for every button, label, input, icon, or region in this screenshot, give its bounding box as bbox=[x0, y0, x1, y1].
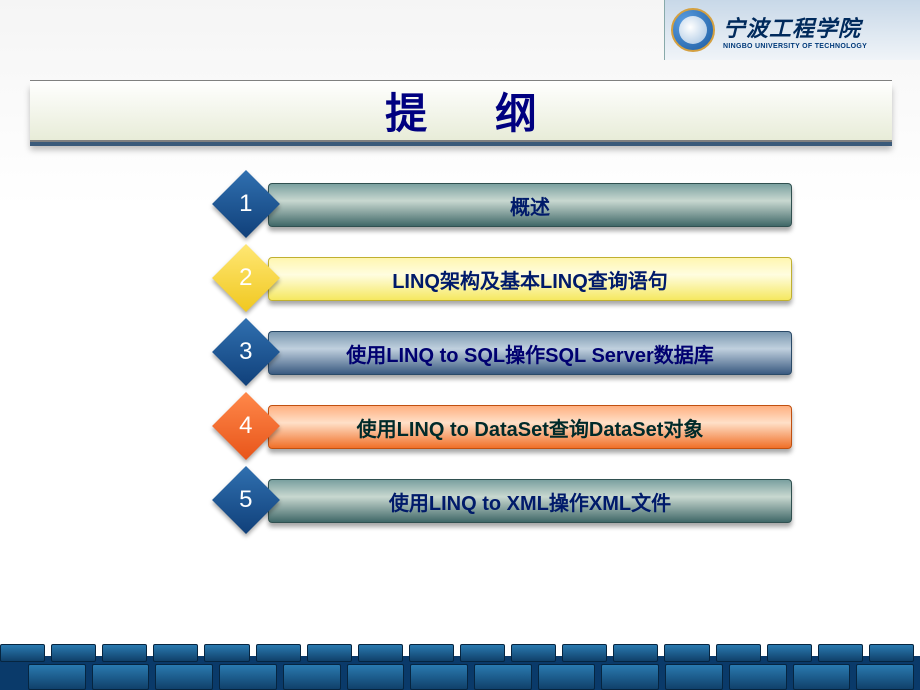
brick-icon bbox=[460, 644, 505, 662]
brick-icon bbox=[102, 644, 147, 662]
outline-item-3: 3 使用LINQ to SQL操作SQL Server数据库 bbox=[0, 328, 920, 378]
brick-icon bbox=[562, 644, 607, 662]
brick-icon bbox=[204, 644, 249, 662]
outline-bar: LINQ架构及基本LINQ查询语句 bbox=[268, 257, 792, 301]
outline-list: 1 概述 2 LINQ架构及基本LINQ查询语句 3 使用LINQ to SQL… bbox=[0, 180, 920, 550]
brick-icon bbox=[613, 644, 658, 662]
brick-icon bbox=[729, 664, 787, 690]
brick-icon bbox=[0, 644, 45, 662]
brick-icon bbox=[51, 644, 96, 662]
outline-number-diamond: 5 bbox=[212, 466, 280, 534]
outline-text: 使用LINQ to DataSet查询DataSet对象 bbox=[357, 413, 704, 442]
brick-row-bottom bbox=[0, 664, 920, 690]
brick-icon bbox=[856, 664, 914, 690]
outline-number: 1 bbox=[239, 190, 252, 218]
brick-icon bbox=[347, 664, 405, 690]
logo-inner-icon bbox=[679, 16, 707, 44]
brick-icon bbox=[665, 664, 723, 690]
brick-icon bbox=[28, 664, 86, 690]
brick-icon bbox=[601, 664, 659, 690]
slide-title: 提 纲 bbox=[357, 80, 565, 141]
brick-icon bbox=[767, 644, 812, 662]
brick-icon bbox=[410, 664, 468, 690]
university-logo-icon bbox=[671, 8, 715, 52]
brick-icon bbox=[409, 644, 454, 662]
outline-number-diamond: 3 bbox=[212, 318, 280, 386]
brick-icon bbox=[256, 644, 301, 662]
university-logo-strip: 宁波工程学院 NINGBO UNIVERSITY OF TECHNOLOGY bbox=[664, 0, 920, 60]
outline-item-2: 2 LINQ架构及基本LINQ查询语句 bbox=[0, 254, 920, 304]
brick-icon bbox=[869, 644, 914, 662]
brick-icon bbox=[511, 644, 556, 662]
brick-icon bbox=[358, 644, 403, 662]
outline-item-1: 1 概述 bbox=[0, 180, 920, 230]
outline-item-4: 4 使用LINQ to DataSet查询DataSet对象 bbox=[0, 402, 920, 452]
outline-bar: 使用LINQ to DataSet查询DataSet对象 bbox=[268, 405, 792, 449]
outline-number: 5 bbox=[239, 486, 252, 514]
brick-icon bbox=[283, 664, 341, 690]
brick-icon bbox=[307, 644, 352, 662]
brick-icon bbox=[793, 664, 851, 690]
outline-number: 3 bbox=[239, 338, 252, 366]
brick-icon bbox=[474, 664, 532, 690]
slide-title-bar: 提 纲 bbox=[30, 80, 892, 142]
brick-icon bbox=[219, 664, 277, 690]
brick-icon bbox=[92, 664, 150, 690]
outline-number-diamond: 1 bbox=[212, 170, 280, 238]
brick-icon bbox=[153, 644, 198, 662]
brick-icon bbox=[716, 644, 761, 662]
outline-text: 使用LINQ to SQL操作SQL Server数据库 bbox=[346, 339, 713, 368]
brick-icon bbox=[818, 644, 863, 662]
brick-icon bbox=[538, 664, 596, 690]
university-name-en: NINGBO UNIVERSITY OF TECHNOLOGY bbox=[723, 43, 867, 50]
outline-number-diamond: 4 bbox=[212, 392, 280, 460]
brick-row-top bbox=[0, 644, 920, 662]
outline-text: LINQ架构及基本LINQ查询语句 bbox=[392, 265, 668, 294]
outline-number: 4 bbox=[239, 412, 252, 440]
university-name-cn: 宁波工程学院 bbox=[723, 11, 867, 43]
outline-item-5: 5 使用LINQ to XML操作XML文件 bbox=[0, 476, 920, 526]
outline-number: 2 bbox=[239, 264, 252, 292]
outline-bar: 使用LINQ to XML操作XML文件 bbox=[268, 479, 792, 523]
logo-text-block: 宁波工程学院 NINGBO UNIVERSITY OF TECHNOLOGY bbox=[723, 11, 867, 50]
outline-text: 使用LINQ to XML操作XML文件 bbox=[389, 487, 671, 516]
outline-text: 概述 bbox=[510, 191, 550, 220]
footer-brick-strip bbox=[0, 644, 920, 690]
outline-bar: 概述 bbox=[268, 183, 792, 227]
outline-bar: 使用LINQ to SQL操作SQL Server数据库 bbox=[268, 331, 792, 375]
outline-number-diamond: 2 bbox=[212, 244, 280, 312]
brick-icon bbox=[664, 644, 709, 662]
brick-icon bbox=[155, 664, 213, 690]
